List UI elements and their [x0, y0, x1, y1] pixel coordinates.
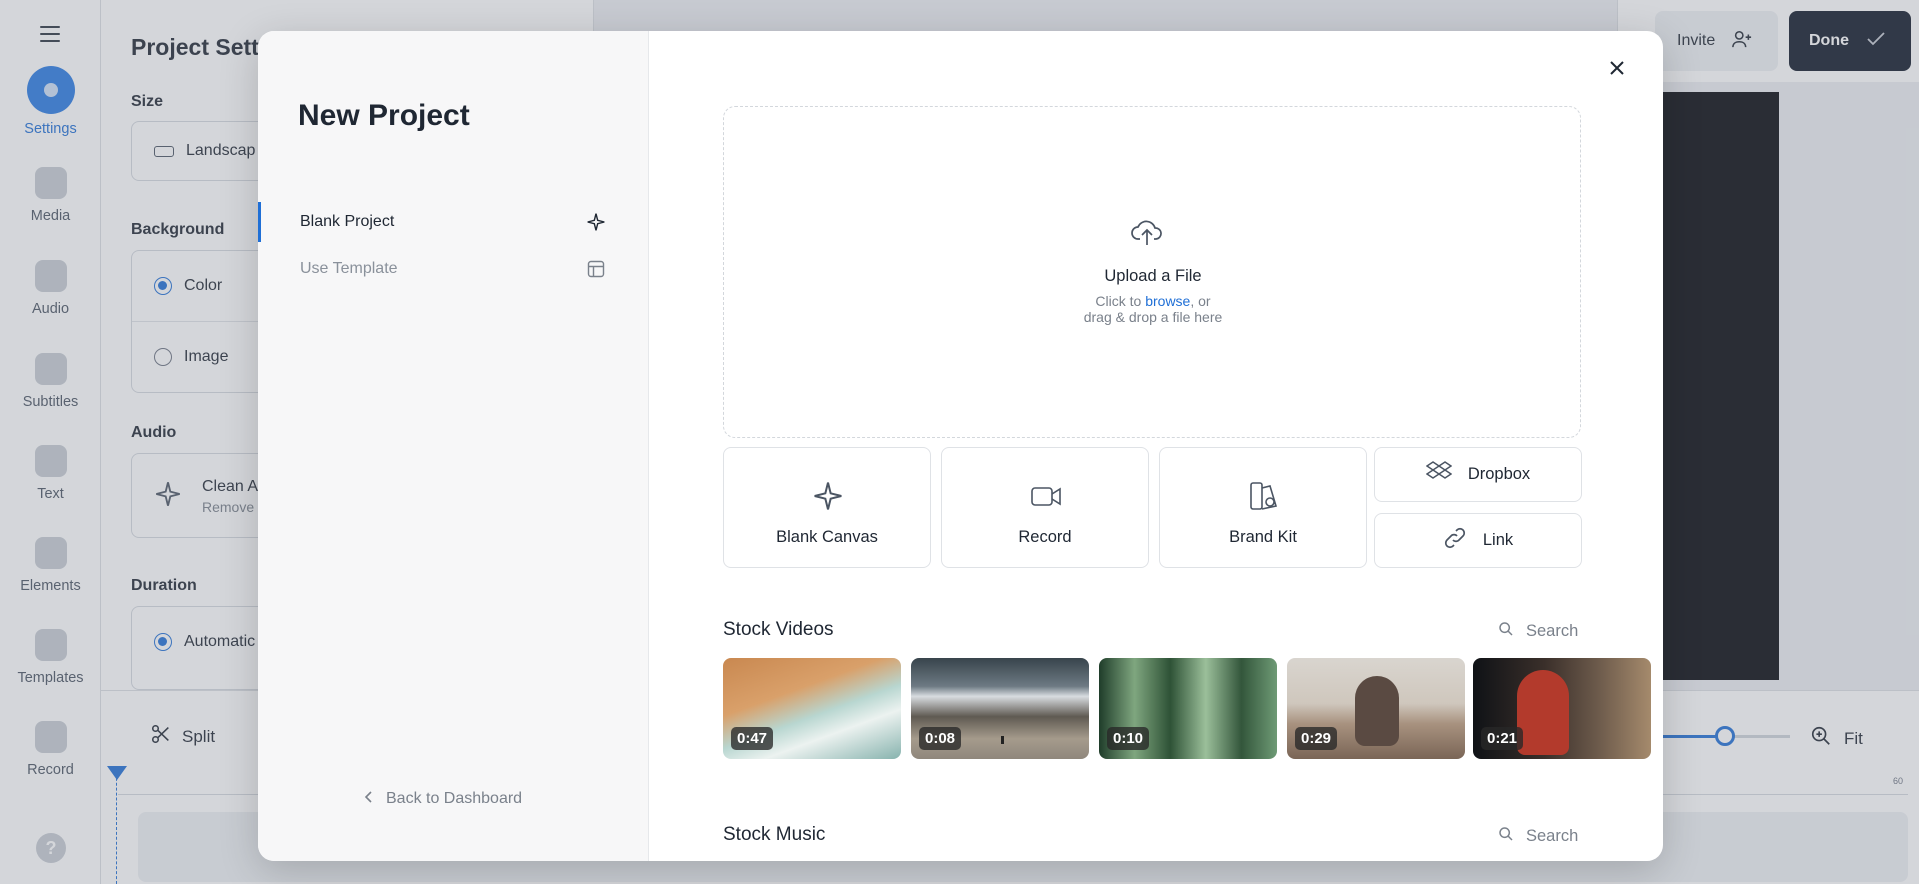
stock-video-thumbnail[interactable]: 0:08 — [911, 658, 1089, 759]
search-label: Search — [1526, 827, 1579, 845]
upload-dropzone[interactable]: Upload a File Click to browse, or drag &… — [723, 106, 1581, 438]
stock-videos-search[interactable]: Search — [1498, 621, 1578, 642]
dropbox-icon — [1425, 461, 1453, 488]
search-label: Search — [1526, 622, 1579, 640]
dropbox-tile[interactable]: Dropbox — [1374, 447, 1582, 502]
stock-video-thumbnail[interactable]: 0:21 — [1473, 658, 1651, 759]
video-camera-icon — [1030, 480, 1062, 512]
video-duration: 0:08 — [919, 727, 962, 750]
tile-label: Record — [1018, 528, 1072, 546]
stock-music-title: Stock Music — [723, 824, 826, 845]
upload-sub-text: drag & drop a file here — [1083, 309, 1223, 325]
chevron-left-icon — [364, 790, 372, 808]
tile-label: Blank Canvas — [776, 528, 878, 546]
record-tile[interactable]: Record — [941, 447, 1149, 568]
nav-label: Blank Project — [300, 213, 395, 230]
brand-kit-icon — [1248, 480, 1280, 512]
search-icon — [1498, 826, 1514, 847]
video-duration: 0:21 — [1481, 727, 1524, 750]
video-duration: 0:10 — [1107, 727, 1150, 750]
upload-title: Upload a File — [1104, 267, 1202, 285]
sparkle-icon — [586, 212, 606, 232]
link-tile[interactable]: Link — [1374, 513, 1582, 568]
video-duration: 0:47 — [731, 727, 774, 750]
stock-videos-title: Stock Videos — [723, 619, 834, 640]
link-icon — [1443, 526, 1467, 555]
stock-music-search[interactable]: Search — [1498, 826, 1578, 847]
modal-title: New Project — [298, 99, 470, 132]
tile-label: Dropbox — [1467, 465, 1531, 483]
thumbnail-figure — [1001, 736, 1004, 744]
thumbnail-figure — [1517, 670, 1569, 755]
stock-video-thumbnail[interactable]: 0:47 — [723, 658, 901, 759]
upload-sub-text: , or — [1190, 293, 1211, 309]
tile-label: Brand Kit — [1229, 528, 1297, 546]
blank-canvas-tile[interactable]: Blank Canvas — [723, 447, 931, 568]
template-icon — [586, 259, 606, 279]
browse-link[interactable]: browse — [1145, 293, 1190, 309]
new-project-modal: New Project Blank Project Use Template B… — [258, 31, 1663, 861]
nav-use-template[interactable]: Use Template — [258, 247, 649, 291]
back-label: Back to Dashboard — [386, 790, 523, 807]
sparkle-icon — [812, 480, 844, 512]
upload-sub-text: Click to — [1095, 293, 1146, 309]
cloud-upload-icon — [1130, 217, 1164, 247]
modal-sidebar: New Project Blank Project Use Template B… — [258, 31, 649, 861]
close-icon[interactable] — [1604, 55, 1630, 81]
back-to-dashboard-link[interactable]: Back to Dashboard — [364, 790, 522, 808]
nav-blank-project[interactable]: Blank Project — [258, 200, 649, 244]
stock-video-thumbnail[interactable]: 0:29 — [1287, 658, 1465, 759]
search-icon — [1498, 621, 1514, 642]
thumbnail-figure — [1355, 676, 1399, 746]
upload-instructions: Click to browse, or drag & drop a file h… — [724, 293, 1582, 325]
video-duration: 0:29 — [1295, 727, 1338, 750]
stock-video-thumbnail[interactable]: 0:10 — [1099, 658, 1277, 759]
brand-kit-tile[interactable]: Brand Kit — [1159, 447, 1367, 568]
tile-label: Link — [1482, 531, 1514, 549]
nav-label: Use Template — [300, 260, 398, 277]
